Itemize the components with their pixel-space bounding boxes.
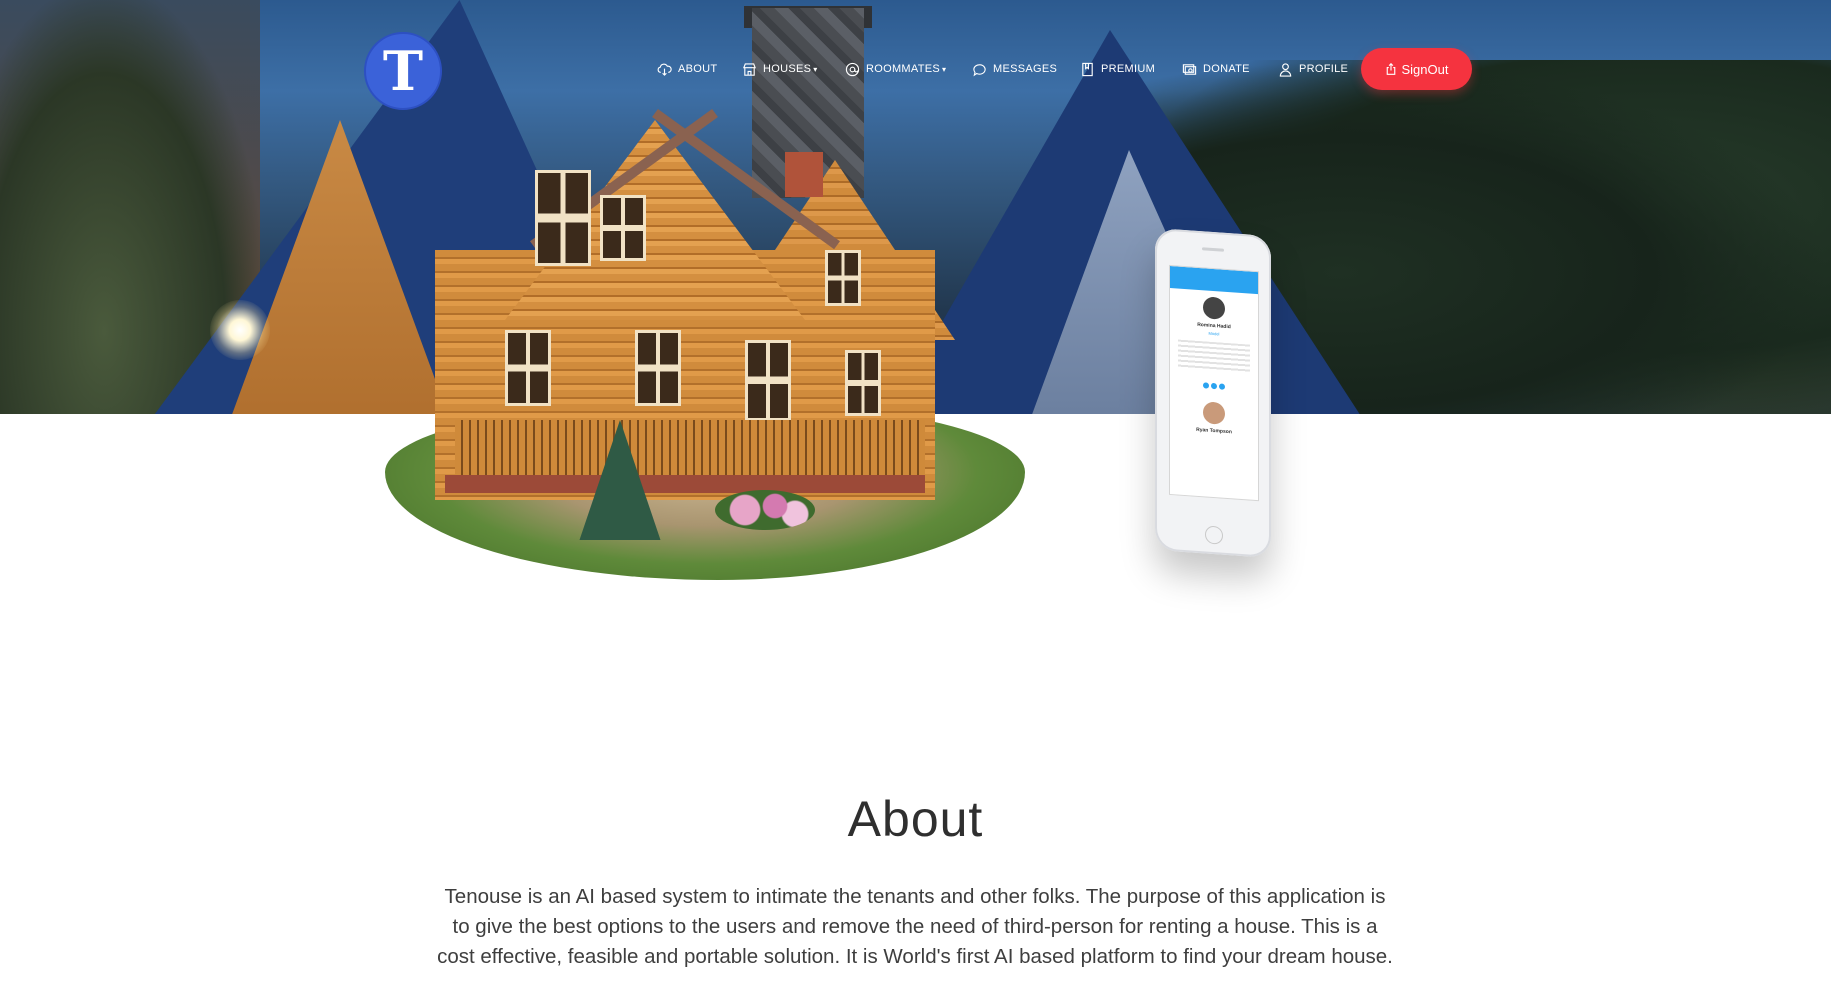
nav-label: PROFILE [1299,63,1349,75]
nav-label: PREMIUM [1101,63,1156,75]
nav-label: ABOUT [678,63,718,75]
user-icon [1279,62,1292,77]
phone-app-bar [1170,265,1258,295]
nav-label: MESSAGES [993,63,1058,75]
house-window [635,330,681,406]
nav-item-roommates[interactable]: ROOMMATES ▾ [845,54,946,84]
about-line: Tenouse is an AI based system to intimat… [444,885,1386,908]
nav-item-houses[interactable]: HOUSES ▾ [742,54,818,84]
nav-label: DONATE [1203,63,1250,75]
nav-item-about[interactable]: ABOUT [657,54,717,84]
house-porch-railing [455,420,925,480]
phone-home-button [1205,525,1223,545]
bookmark-icon [1082,62,1093,76]
hero-light-glow [210,300,270,360]
signout-label: SignOut [1401,61,1449,77]
profile-bio-lines [1178,339,1250,373]
chevron-down-icon: ▾ [942,64,947,74]
house-window [745,340,791,421]
profile-name-2: Ryan Tompson [1196,426,1232,436]
nav-item-messages[interactable]: MESSAGES [972,54,1057,84]
house-window [505,330,551,406]
social-icons [1170,373,1258,397]
flower-bush [715,490,815,530]
avatar [1203,296,1225,320]
house-chimney [785,152,823,197]
money-icon [1182,63,1197,75]
about-line: to give the best options to the users an… [452,915,1378,938]
house-brick-foundation [445,475,925,493]
chevron-down-icon: ▾ [813,64,818,74]
house-window [845,350,881,416]
nav-label: HOUSES [763,63,812,75]
house-window [825,250,861,306]
at-sign-icon [845,62,860,76]
phone-mockup: Romina Hadid Model Ryan Tompson [1155,227,1271,559]
cloud-download-icon [657,63,672,76]
log-house-image [385,100,1025,580]
about-line: cost effective, feasible and portable so… [437,945,1393,968]
nav-item-premium[interactable]: PREMIUM [1080,54,1155,84]
nav-label: ROOMMATES [866,63,940,75]
signout-button[interactable]: SignOut [1361,48,1472,90]
store-icon [743,62,756,76]
house-window [535,170,591,266]
about-title: About [847,791,984,847]
main-nav: ABOUT HOUSES ▾ ROOMMATES ▾ MESSAGES PREM… [0,54,1831,84]
phone-speaker [1202,247,1224,252]
house-window [600,195,646,261]
phone-screen: Romina Hadid Model Ryan Tompson [1169,264,1259,502]
about-description: Tenouse is an AI based system to intimat… [358,882,1472,972]
chat-bubble-icon [973,63,986,76]
nav-item-profile[interactable]: PROFILE [1278,54,1348,84]
avatar [1203,401,1225,425]
share-icon [1386,63,1395,75]
nav-item-donate[interactable]: DONATE [1182,54,1250,84]
